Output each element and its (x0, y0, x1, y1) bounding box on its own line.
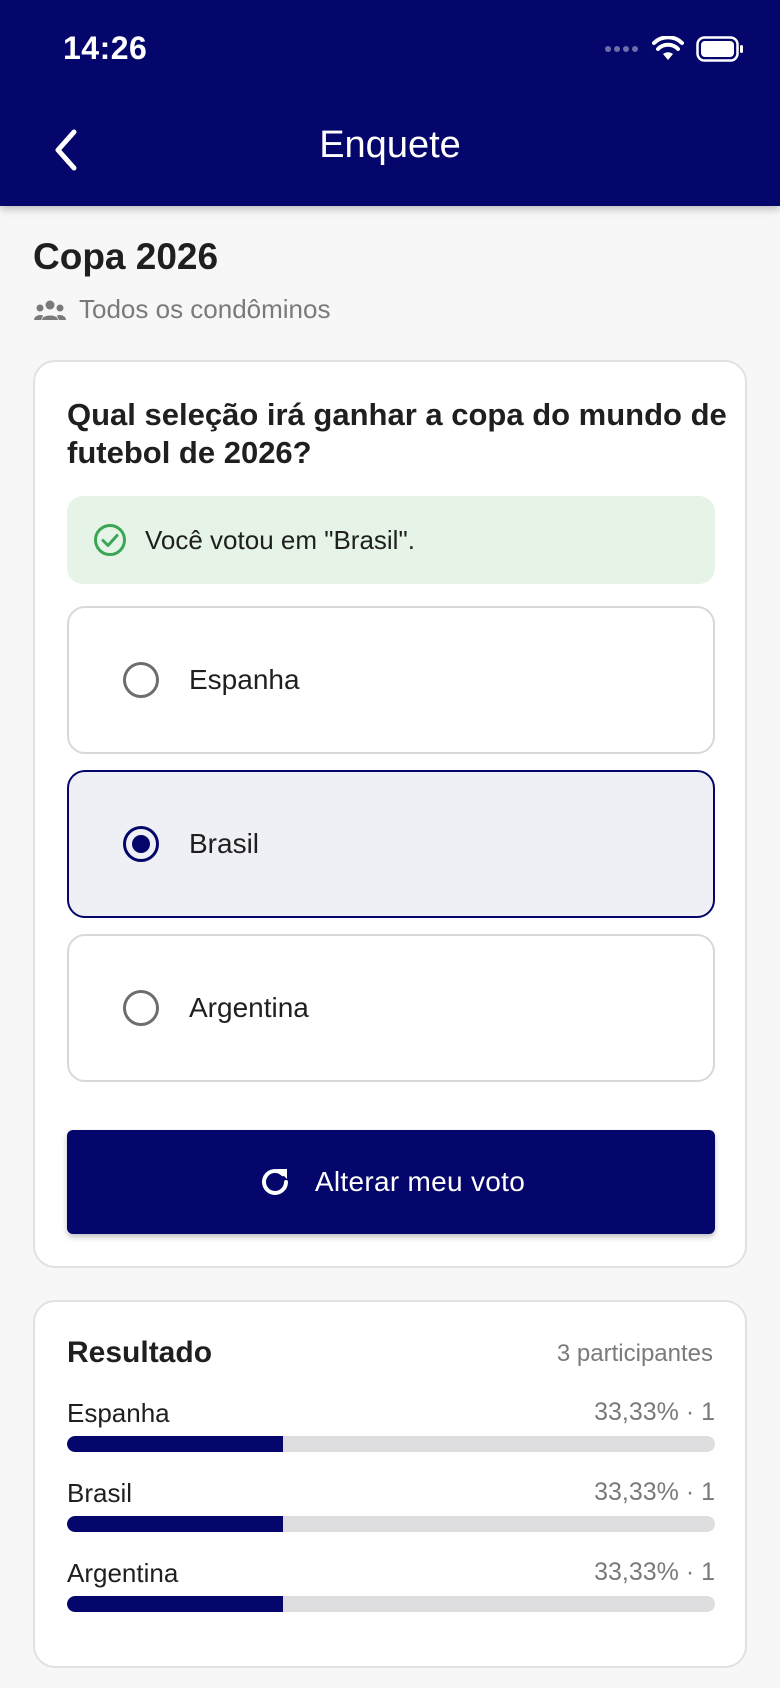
status-icons (604, 34, 744, 64)
voted-message: Você votou em "Brasil". (145, 524, 415, 555)
result-row: Espanha 33,33% · 1 (67, 1398, 715, 1458)
status-time: 14:26 (63, 30, 148, 66)
poll-question: Qual seleção irá ganhar a copa do mundo … (67, 397, 727, 470)
check-circle-icon (94, 524, 126, 556)
audience-label: Todos os condôminos (33, 294, 330, 325)
battery-icon (696, 36, 743, 62)
radio-unchecked-icon[interactable] (123, 662, 159, 698)
result-label: Espanha (67, 1398, 170, 1428)
result-label: Argentina (67, 1558, 179, 1588)
result-row: Argentina 33,33% · 1 (67, 1558, 715, 1618)
voted-banner: Você votou em "Brasil". (67, 496, 715, 584)
option-label: Brasil (189, 828, 260, 859)
option-label: Argentina (189, 992, 309, 1023)
change-vote-label: Alterar meu voto (314, 1166, 526, 1197)
result-bar-fill (67, 1596, 283, 1612)
radio-checked-icon[interactable] (123, 826, 159, 862)
page-title: Enquete (319, 124, 461, 166)
result-row: Brasil 33,33% · 1 (67, 1478, 715, 1538)
participants-count: 3 participantes (556, 1340, 713, 1367)
audience-text: Todos os condôminos (79, 294, 331, 324)
option-argentina[interactable]: Argentina (67, 934, 715, 1082)
result-bar (67, 1436, 715, 1452)
signal-icon (605, 46, 638, 52)
change-vote-button[interactable]: Alterar meu voto (67, 1130, 715, 1234)
result-bar (67, 1596, 715, 1612)
question-card: Qual seleção irá ganhar a copa do mundo … (33, 360, 747, 1268)
app-bar: 14:26 Enquete (0, 0, 780, 206)
poll-title: Copa 2026 (33, 236, 219, 277)
result-bar-fill (67, 1436, 283, 1452)
option-espanha[interactable]: Espanha (67, 606, 715, 754)
results-card: Resultado 3 participantes Espanha 33,33%… (33, 1300, 747, 1668)
radio-unchecked-icon[interactable] (123, 990, 159, 1026)
wifi-icon (652, 36, 684, 60)
result-value: 33,33% · 1 (594, 1478, 715, 1506)
result-bar-fill (67, 1516, 283, 1532)
result-label: Brasil (67, 1478, 133, 1508)
result-value: 33,33% · 1 (594, 1398, 715, 1426)
result-value: 33,33% · 1 (594, 1558, 715, 1586)
option-brasil[interactable]: Brasil (67, 770, 715, 918)
option-label: Espanha (189, 664, 300, 695)
refresh-icon (261, 1168, 288, 1195)
group-icon (34, 300, 66, 320)
result-bar (67, 1516, 715, 1532)
results-title: Resultado (67, 1336, 213, 1369)
